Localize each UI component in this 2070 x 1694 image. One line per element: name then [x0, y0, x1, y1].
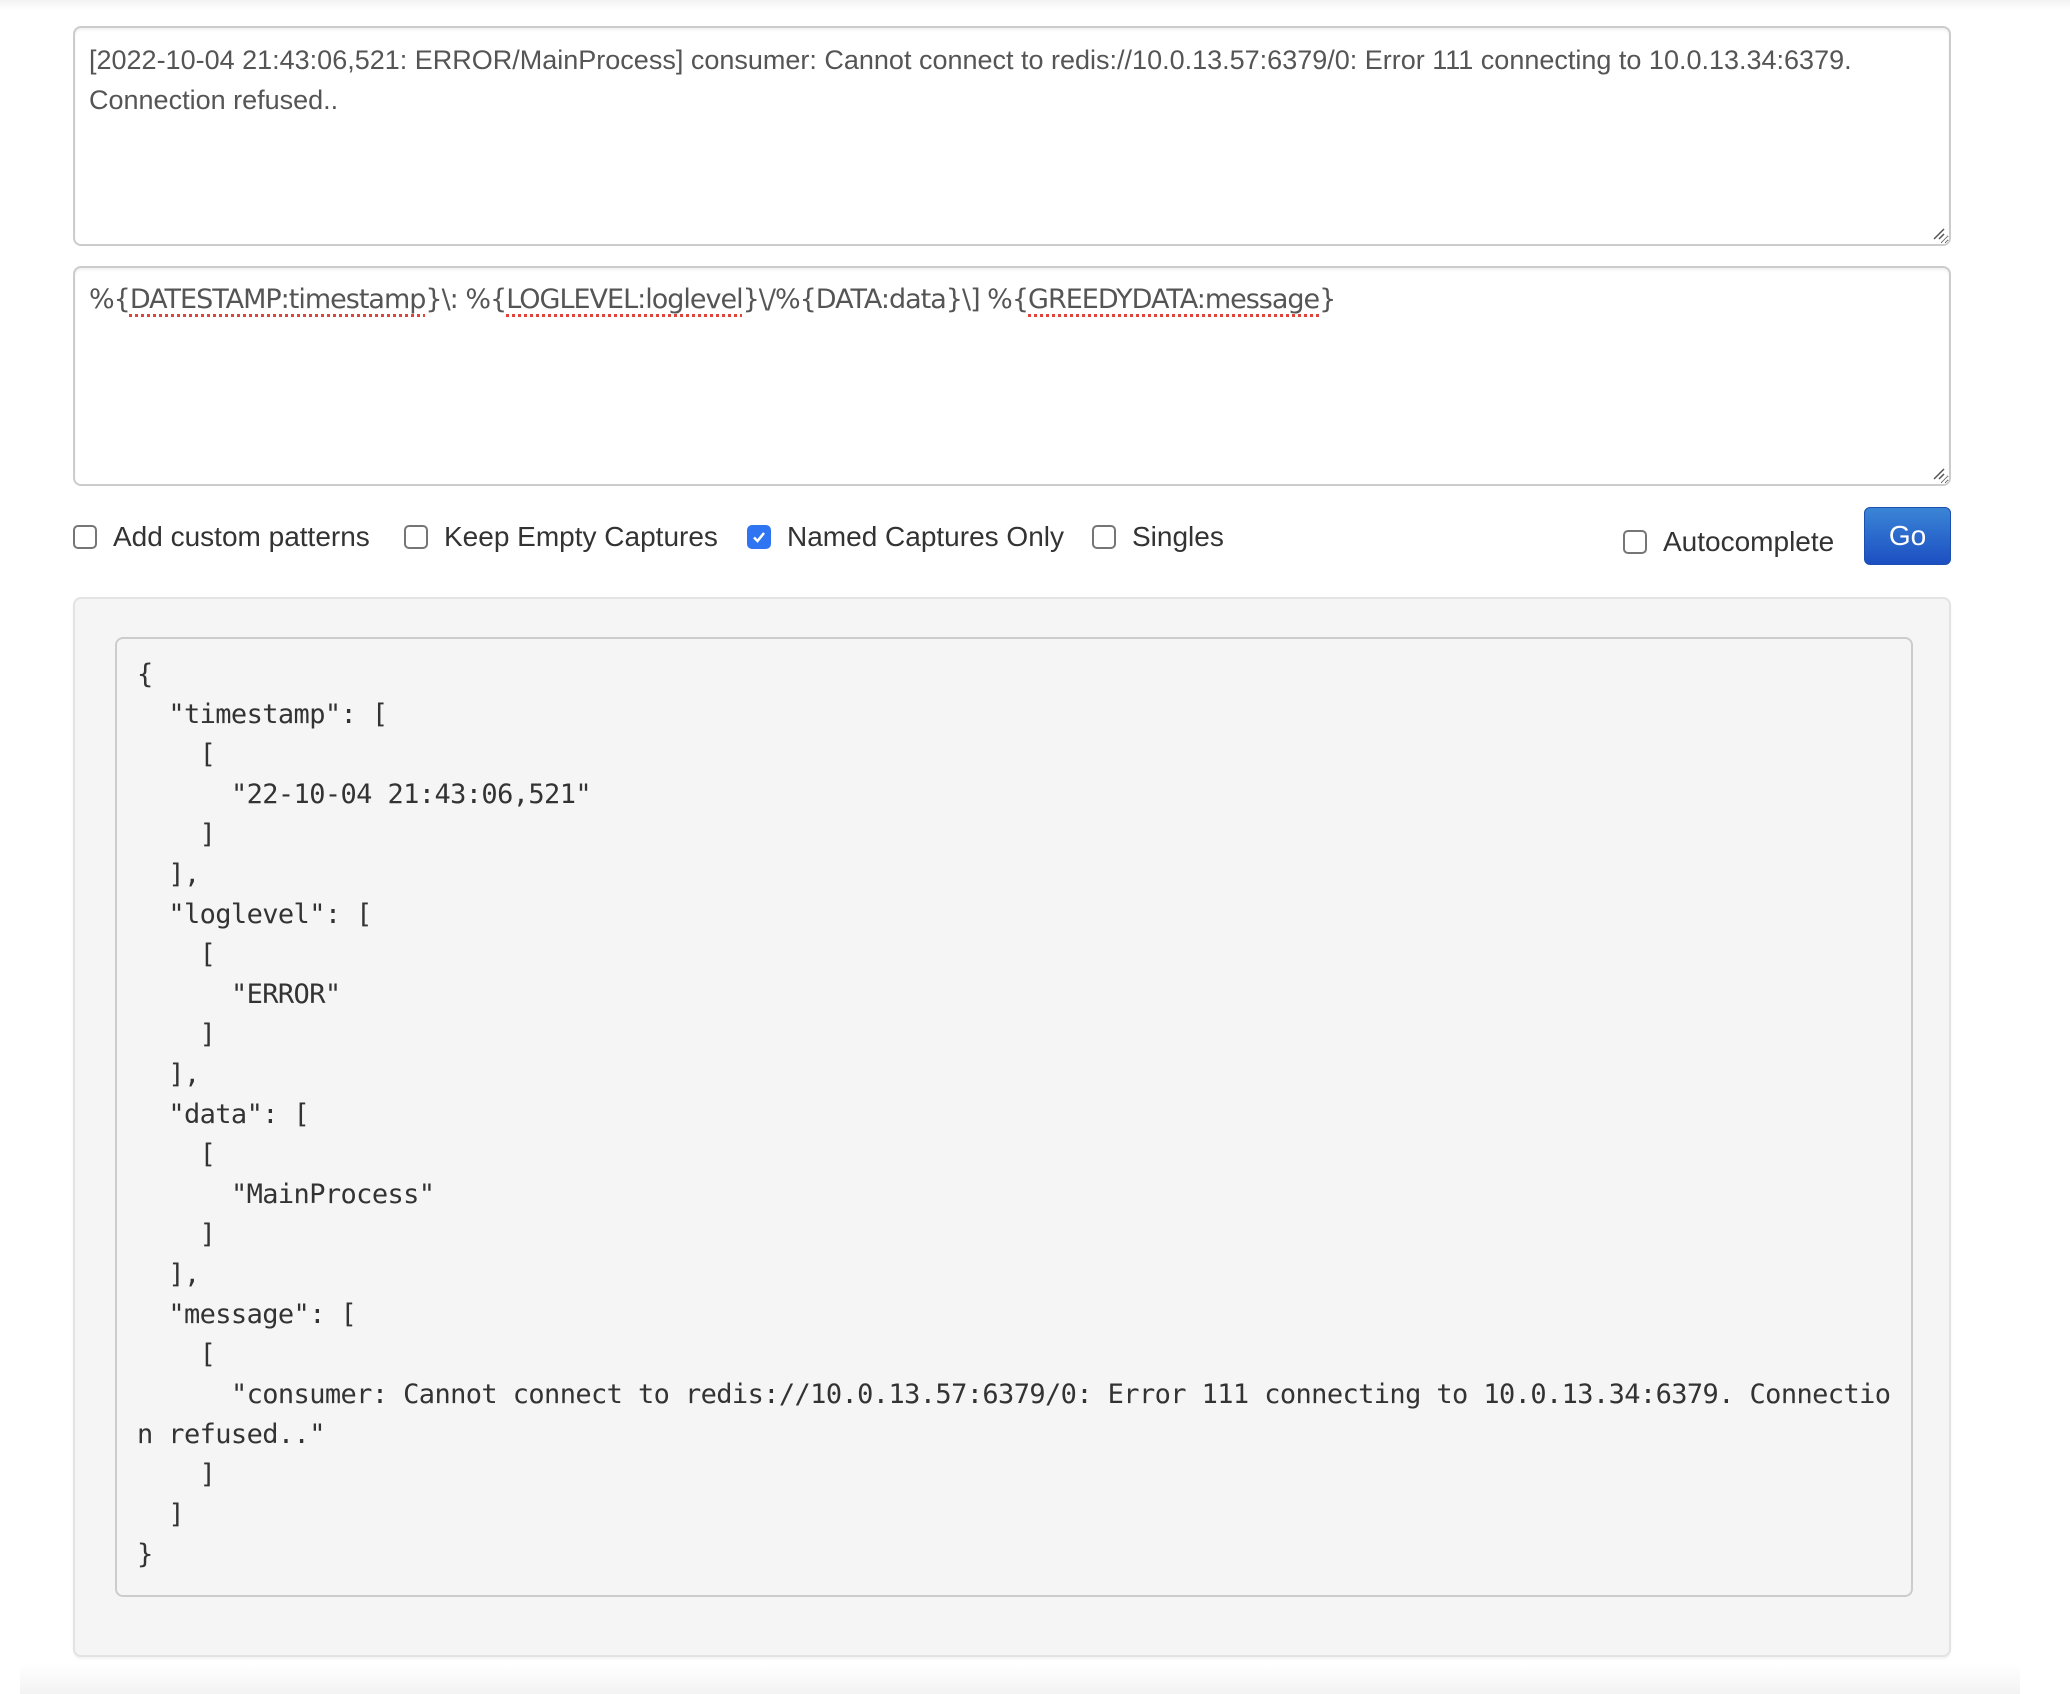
- log-input-text: [2022-10-04 21:43:06,521: ERROR/MainProc…: [89, 45, 1852, 115]
- result-json-line: "timestamp": [: [168, 699, 388, 730]
- add-custom-patterns-option[interactable]: Add custom patterns: [73, 512, 370, 562]
- result-json-line: }: [137, 1539, 153, 1570]
- named-captures-only-option[interactable]: Named Captures Only: [747, 512, 1064, 562]
- result-json-line: "data": [: [168, 1099, 310, 1130]
- result-json-line: "22-10-04 21:43:06,521": [230, 779, 592, 810]
- result-json-line: ]: [199, 1459, 216, 1490]
- autocomplete-label: Autocomplete: [1663, 526, 1835, 557]
- grok-pattern-text: %{DATESTAMP:timestamp}\: %{LOGLEVEL:logl…: [89, 284, 1336, 315]
- keep-empty-captures-checkbox[interactable]: [404, 525, 428, 549]
- result-json-line: "message": [: [168, 1299, 357, 1330]
- pattern-token: }\: %{: [425, 284, 507, 315]
- result-json-line: ],: [168, 1259, 200, 1290]
- result-json-line: ]: [168, 1499, 184, 1530]
- result-json-line: [: [199, 739, 216, 770]
- add-custom-patterns-checkbox[interactable]: [73, 525, 97, 549]
- pattern-token-misspelled: LOGLEVEL:loglevel: [506, 284, 743, 315]
- result-panel: { "timestamp": [ [ "22-10-04 21:43:06,52…: [73, 597, 1951, 1657]
- result-json-line: ]: [199, 1019, 216, 1050]
- resize-grip-icon[interactable]: [1929, 464, 1945, 480]
- pattern-token-misspelled: DATESTAMP:timestamp: [129, 284, 427, 315]
- named-captures-only-checkbox[interactable]: [747, 525, 771, 549]
- autocomplete-option[interactable]: Autocomplete: [1623, 517, 1834, 567]
- checkmark-icon: [753, 532, 765, 543]
- pattern-token-misspelled: GREEDYDATA:message: [1028, 284, 1320, 315]
- result-json-line: ],: [168, 859, 200, 890]
- singles-option[interactable]: Singles: [1092, 512, 1224, 562]
- grok-pattern-textarea[interactable]: %{DATESTAMP:timestamp}\: %{LOGLEVEL:logl…: [73, 266, 1951, 486]
- add-custom-patterns-label: Add custom patterns: [113, 521, 370, 552]
- pattern-token: %{: [89, 284, 131, 315]
- singles-checkbox[interactable]: [1092, 525, 1116, 549]
- log-input-textarea[interactable]: [2022-10-04 21:43:06,521: ERROR/MainProc…: [73, 26, 1951, 246]
- result-json-line: "ERROR": [230, 979, 341, 1010]
- result-json-line: "loglevel": [: [168, 899, 372, 930]
- result-json-line: [: [199, 1139, 216, 1170]
- pattern-token: }\/%{DATA:data}\] %{: [742, 284, 1029, 315]
- result-json-line: "consumer: Cannot connect to redis://10.…: [137, 1379, 1891, 1450]
- pattern-token: }: [1319, 284, 1336, 315]
- page-top-shade: [0, 0, 2070, 10]
- options-row: Add custom patterns Keep Empty Captures …: [73, 512, 1951, 568]
- named-captures-only-label: Named Captures Only: [787, 521, 1065, 552]
- result-json-line: [: [199, 1339, 216, 1370]
- result-json-line: "MainProcess": [230, 1179, 435, 1210]
- result-json-line: ]: [199, 819, 216, 850]
- result-json-line: [: [199, 939, 216, 970]
- result-json-line: ]: [199, 1219, 216, 1250]
- go-button[interactable]: Go: [1864, 507, 1951, 565]
- page-bottom-shade: [20, 1664, 2020, 1694]
- keep-empty-captures-label: Keep Empty Captures: [444, 521, 718, 552]
- keep-empty-captures-option[interactable]: Keep Empty Captures: [404, 512, 718, 562]
- result-json-output: { "timestamp": [ [ "22-10-04 21:43:06,52…: [115, 637, 1913, 1597]
- resize-grip-icon[interactable]: [1929, 224, 1945, 240]
- autocomplete-checkbox[interactable]: [1623, 530, 1647, 554]
- singles-label: Singles: [1132, 521, 1224, 552]
- result-json-line: {: [137, 659, 153, 690]
- result-json-line: ],: [168, 1059, 200, 1090]
